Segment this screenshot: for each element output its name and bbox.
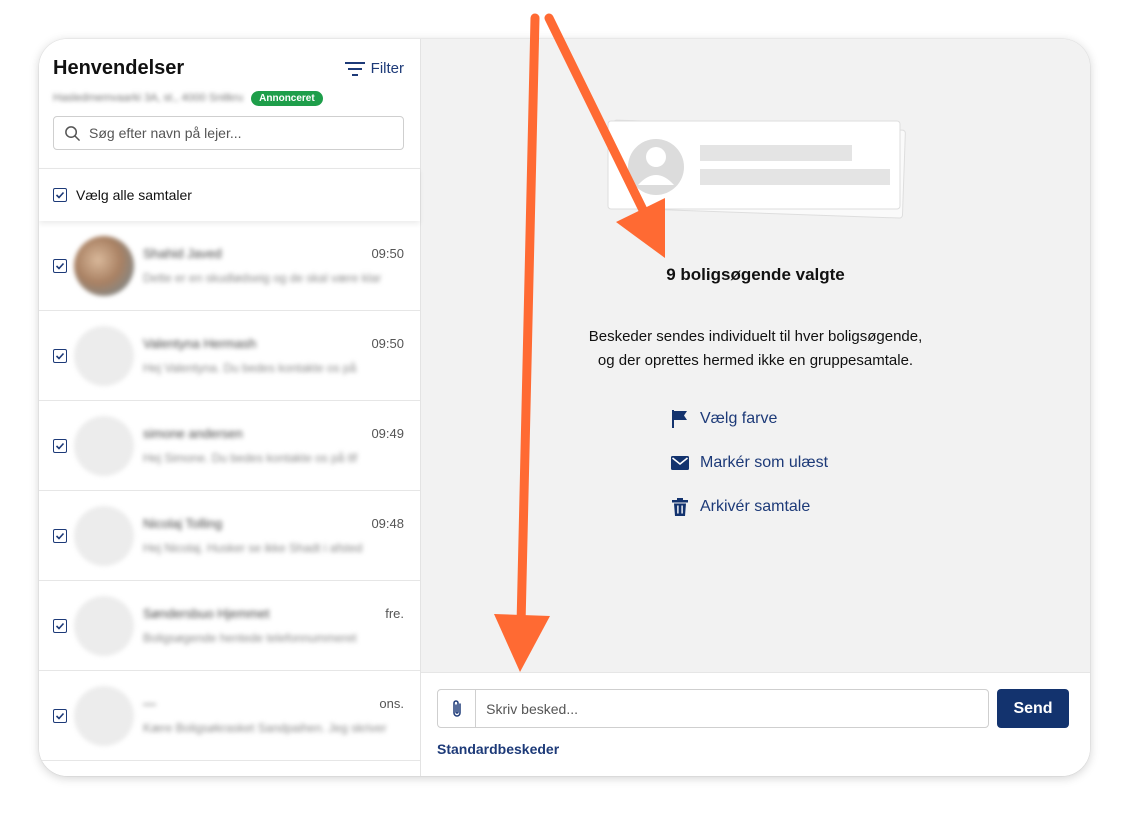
mark-unread-label: Markér som ulæst	[700, 454, 829, 471]
description-line-1: Beskeder sendes individuelt til hver bol…	[588, 328, 923, 345]
avatar	[74, 415, 134, 476]
attach-button[interactable]	[438, 690, 477, 727]
check-icon	[55, 712, 65, 720]
conversation-checkbox[interactable]	[53, 618, 67, 633]
select-all-label: Vælg alle samtaler	[76, 187, 192, 203]
check-icon	[55, 262, 65, 270]
check-icon	[55, 352, 65, 360]
conversation-preview: Boligsøgende hentede telefonnummeret	[143, 631, 357, 645]
search-input[interactable]	[89, 125, 393, 141]
conversation-time: fre.	[385, 606, 404, 621]
description-line-2: og der oprettes hermed ikke en gruppesam…	[597, 352, 914, 369]
selected-count-title: 9 boligsøgende valgte	[666, 265, 845, 284]
bulk-message-description: Beskeder sendes individuelt til hver bol…	[421, 325, 1090, 373]
send-button[interactable]: Send	[997, 689, 1069, 728]
listing-info-row: Hasledmemvaarki 3A, st., 4000 Snitkru An…	[53, 90, 404, 106]
paperclip-icon	[452, 699, 461, 717]
conversation-top-line: simone andersen 09:49	[143, 426, 404, 441]
bulk-selection-view: 9 boligsøgende valgte Beskeder sendes in…	[421, 39, 1090, 672]
check-icon	[55, 622, 65, 630]
archive-label: Arkivér samtale	[700, 498, 811, 515]
filter-icon	[344, 61, 365, 76]
conversation-text: Valentyna Hermash 09:50 Hej Valentyna. Du …	[143, 336, 404, 375]
conversation-time: 09:50	[371, 336, 404, 351]
conversation-row[interactable]: Nicolaj Tolling 09:48 Hej Nicolaj. Husker …	[39, 491, 420, 581]
select-all-row[interactable]: Vælg alle samtaler	[39, 168, 420, 221]
conversation-preview: Hej Valentyna. Du bedes kontakte os på	[143, 361, 357, 375]
status-badge: Annonceret	[251, 90, 323, 106]
conversation-panel: 9 boligsøgende valgte Beskeder sendes in…	[421, 39, 1090, 776]
search-icon	[65, 125, 80, 141]
conversation-time: ons.	[379, 696, 404, 711]
composer-row: Send	[437, 689, 1069, 728]
conversation-name: —	[143, 696, 156, 711]
conversation-name: Valentyna Hermash	[143, 336, 257, 351]
trash-icon	[672, 498, 688, 516]
avatar	[74, 325, 134, 386]
sidebar-header: Henvendelser Filter Hasledmemvaarki 3A, …	[39, 39, 420, 168]
standard-messages-link[interactable]: Standardbeskeder	[437, 741, 559, 757]
flag-icon	[672, 410, 687, 428]
conversation-time: 09:50	[371, 246, 404, 261]
avatar	[74, 595, 134, 656]
conversation-checkbox[interactable]	[53, 258, 67, 273]
message-composer: Send Standardbeskeder	[421, 672, 1090, 776]
avatar	[74, 685, 134, 746]
filter-label: Filter	[370, 60, 404, 77]
conversation-name: simone andersen	[143, 426, 243, 441]
conversation-top-line: Søndersbuo Hjemmet fre.	[143, 606, 404, 621]
conversation-text: Nicolaj Tolling 09:48 Hej Nicolaj. Husker …	[143, 516, 404, 555]
conversation-checkbox[interactable]	[53, 348, 67, 363]
conversation-preview: Hej Simone. Du bedes kontakte os på tlf	[143, 451, 358, 465]
conversation-top-line: — ons.	[143, 696, 404, 711]
check-icon	[55, 442, 65, 450]
avatar	[74, 505, 134, 566]
check-icon	[55, 532, 65, 540]
messaging-app: Henvendelser Filter Hasledmemvaarki 3A, …	[39, 39, 1090, 776]
conversation-text: Shahid Javed 09:50 Dette er en skudlødseig…	[143, 246, 404, 285]
conversation-row[interactable]: Søndersbuo Hjemmet fre. Boligsøgende hente…	[39, 581, 420, 671]
conversation-time: 09:48	[371, 516, 404, 531]
message-box[interactable]	[437, 689, 989, 728]
filter-button[interactable]: Filter	[344, 60, 404, 77]
mark-unread-action[interactable]: Markér som ulæst	[670, 453, 828, 473]
selected-cards-illustration	[607, 119, 906, 219]
conversation-row[interactable]: — ons. Kære Boligsøkrasket Sandpaihen. Jeg…	[39, 671, 420, 761]
conversation-row[interactable]: Shahid Javed 09:50 Dette er en skudlødseig…	[39, 221, 420, 311]
conversation-row[interactable]: Valentyna Hermash 09:50 Hej Valentyna. Du …	[39, 311, 420, 401]
choose-color-action[interactable]: Vælg farve	[670, 409, 828, 429]
conversation-name: Shahid Javed	[143, 246, 222, 261]
conversation-checkbox[interactable]	[53, 528, 67, 543]
select-all-checkbox[interactable]	[53, 188, 67, 202]
conversation-row[interactable]: simone andersen 09:49 Hej Simone. Du bedes…	[39, 401, 420, 491]
conversation-checkbox[interactable]	[53, 708, 67, 723]
sidebar-title: Henvendelser	[53, 57, 185, 79]
archive-action[interactable]: Arkivér samtale	[670, 497, 828, 517]
listing-address: Hasledmemvaarki 3A, st., 4000 Snitkru	[53, 92, 244, 104]
bulk-actions: Vælg farve Markér som ulæst Arkivér samt…	[670, 409, 828, 517]
conversation-preview: Kære Boligsøkrasket Sandpaihen. Jeg skri…	[143, 721, 387, 735]
conversation-checkbox[interactable]	[53, 438, 67, 453]
message-input[interactable]	[476, 700, 988, 717]
sidebar-title-row: Henvendelser Filter	[53, 57, 404, 80]
avatar	[74, 235, 134, 296]
envelope-icon	[671, 456, 689, 470]
conversation-text: — ons. Kære Boligsøkrasket Sandpaihen. Jeg…	[143, 696, 404, 735]
conversation-top-line: Nicolaj Tolling 09:48	[143, 516, 404, 531]
conversation-time: 09:49	[371, 426, 404, 441]
conversation-list: Shahid Javed 09:50 Dette er en skudlødseig…	[39, 221, 420, 776]
conversation-sidebar: Henvendelser Filter Hasledmemvaarki 3A, …	[39, 39, 421, 776]
conversation-name: Søndersbuo Hjemmet	[143, 606, 270, 621]
conversation-preview: Hej Nicolaj. Husker se ikke Shadt i afst…	[143, 541, 363, 555]
conversation-text: Søndersbuo Hjemmet fre. Boligsøgende hente…	[143, 606, 404, 645]
search-box[interactable]	[53, 116, 404, 150]
conversation-name: Nicolaj Tolling	[143, 516, 223, 531]
check-icon	[55, 191, 65, 199]
choose-color-label: Vælg farve	[700, 410, 778, 427]
conversation-preview: Dette er en skudlødseig og de skal være …	[143, 271, 382, 285]
conversation-top-line: Shahid Javed 09:50	[143, 246, 404, 261]
conversation-text: simone andersen 09:49 Hej Simone. Du bedes…	[143, 426, 404, 465]
conversation-top-line: Valentyna Hermash 09:50	[143, 336, 404, 351]
